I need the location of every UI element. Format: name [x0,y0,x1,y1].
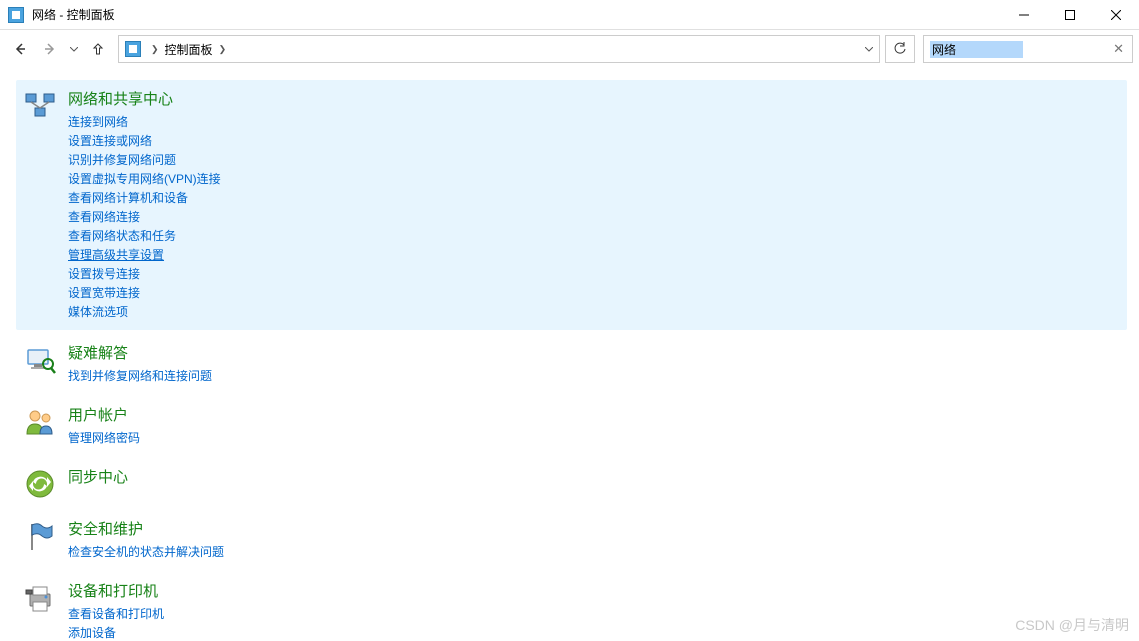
link-setup-dialup[interactable]: 设置拨号连接 [68,265,1123,284]
link-setup-connection[interactable]: 设置连接或网络 [68,132,1123,151]
link-add-device[interactable]: 添加设备 [68,624,1123,641]
link-manage-passwords[interactable]: 管理网络密码 [68,429,1123,448]
control-panel-icon [8,7,24,23]
category-title-security-maintenance[interactable]: 安全和维护 [68,518,1123,539]
link-identify-fix[interactable]: 识别并修复网络问题 [68,151,1123,170]
category-user-accounts: 用户帐户管理网络密码 [20,400,1123,452]
up-button[interactable] [84,35,112,63]
link-view-devices[interactable]: 查看网络计算机和设备 [68,189,1123,208]
refresh-button[interactable] [885,35,915,63]
link-find-fix-network[interactable]: 找到并修复网络和连接问题 [68,367,1123,386]
link-setup-vpn[interactable]: 设置虚拟专用网络(VPN)连接 [68,170,1123,189]
category-sync-center: 同步中心 [20,462,1123,504]
sync-icon [24,468,56,500]
category-title-troubleshooting[interactable]: 疑难解答 [68,342,1123,363]
navigation-bar: ❯ 控制面板 ❯ 网络 ✕ [0,30,1139,68]
link-check-security[interactable]: 检查安全机的状态并解决问题 [68,543,1123,562]
category-title-user-accounts[interactable]: 用户帐户 [68,404,1123,425]
close-button[interactable] [1093,0,1139,30]
search-box[interactable]: 网络 ✕ [923,35,1133,63]
category-title-network-sharing[interactable]: 网络和共享中心 [68,88,1123,109]
address-icon [125,41,141,57]
link-advanced-sharing[interactable]: 管理高级共享设置 [68,246,1123,265]
minimize-button[interactable] [1001,0,1047,30]
link-view-connections[interactable]: 查看网络连接 [68,208,1123,227]
user-accounts-icon [24,406,56,438]
breadcrumb-root[interactable]: 控制面板 [163,36,215,62]
link-connect-network[interactable]: 连接到网络 [68,113,1123,132]
search-input[interactable]: 网络 [930,41,1023,58]
window-title: 网络 - 控制面板 [32,6,1001,23]
recent-locations-button[interactable] [66,35,82,63]
title-bar: 网络 - 控制面板 [0,0,1139,30]
category-title-sync-center[interactable]: 同步中心 [68,466,1123,487]
printer-icon [24,582,56,614]
network-sharing-icon [24,90,56,122]
link-view-status[interactable]: 查看网络状态和任务 [68,227,1123,246]
category-title-devices-printers[interactable]: 设备和打印机 [68,580,1123,601]
category-devices-printers: 设备和打印机查看设备和打印机添加设备高级打印机设置添加蓝牙设备设备管理器 [20,576,1123,641]
troubleshoot-icon [24,344,56,376]
link-media-streaming[interactable]: 媒体流选项 [68,303,1123,322]
category-network-sharing: 网络和共享中心连接到网络设置连接或网络识别并修复网络问题设置虚拟专用网络(VPN… [16,80,1127,330]
category-troubleshooting: 疑难解答找到并修复网络和连接问题 [20,338,1123,390]
forward-button[interactable] [36,35,64,63]
address-dropdown[interactable] [859,36,879,62]
maximize-button[interactable] [1047,0,1093,30]
content-area: 网络和共享中心连接到网络设置连接或网络识别并修复网络问题设置虚拟专用网络(VPN… [0,68,1139,641]
window-controls [1001,0,1139,30]
crumb-separator[interactable]: ❯ [147,36,163,62]
clear-search-button[interactable]: ✕ [1111,41,1126,57]
address-bar[interactable]: ❯ 控制面板 ❯ [118,35,880,63]
flag-icon [24,520,56,552]
category-security-maintenance: 安全和维护检查安全机的状态并解决问题 [20,514,1123,566]
link-view-printers[interactable]: 查看设备和打印机 [68,605,1123,624]
back-button[interactable] [6,35,34,63]
crumb-separator[interactable]: ❯ [215,36,231,62]
link-setup-broadband[interactable]: 设置宽带连接 [68,284,1123,303]
